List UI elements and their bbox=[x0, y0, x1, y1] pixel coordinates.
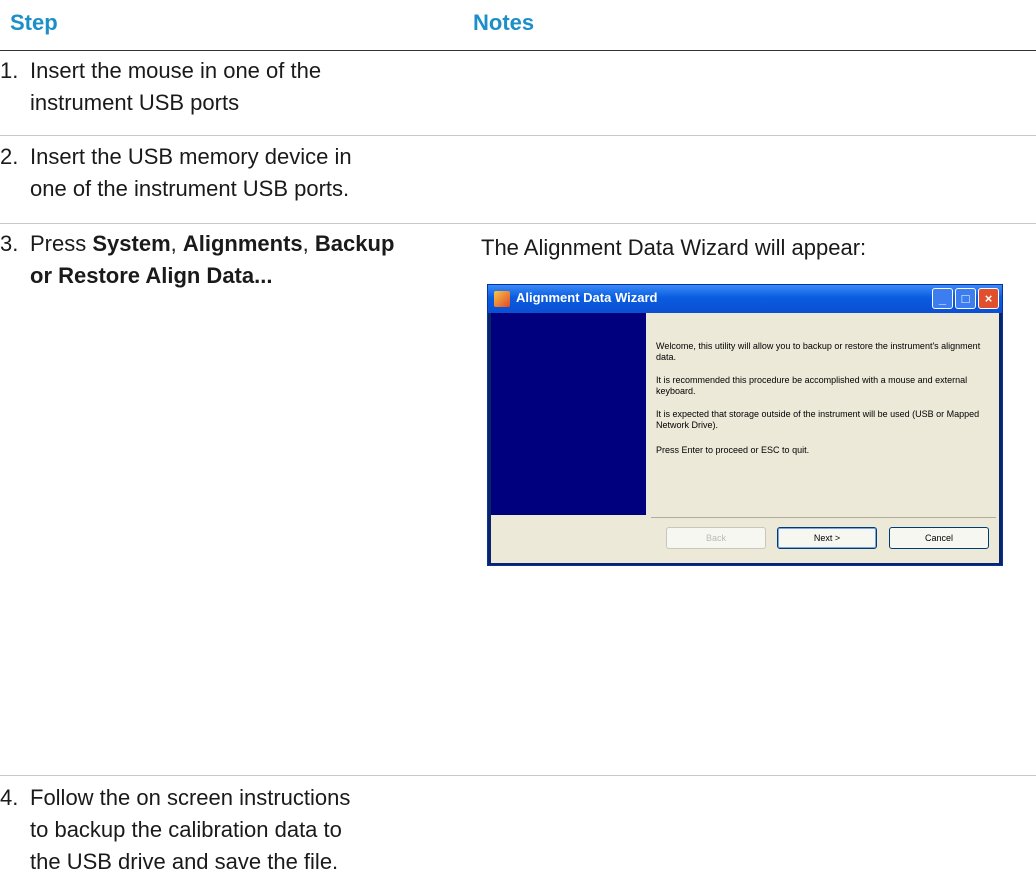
step-number: 4. bbox=[0, 785, 19, 810]
close-icon[interactable]: × bbox=[978, 288, 999, 309]
row-divider bbox=[0, 775, 1036, 776]
softkey-alignments: Alignments bbox=[182, 231, 303, 256]
row-divider bbox=[0, 223, 1036, 224]
step-text-line: instrument USB ports bbox=[30, 90, 240, 115]
step-text-line: Follow the on screen instructions bbox=[30, 785, 351, 810]
step-3-note: The Alignment Data Wizard will appear: bbox=[481, 235, 867, 260]
wizard-message: It is expected that storage outside of t… bbox=[656, 409, 980, 430]
app-icon bbox=[494, 291, 510, 307]
table-header: Step Notes bbox=[0, 0, 1036, 51]
wizard-message: It is recommended this procedure be acco… bbox=[656, 375, 968, 396]
row-divider bbox=[0, 135, 1036, 136]
softkey-restore: or Restore Align Data... bbox=[30, 263, 273, 288]
separator: , bbox=[170, 231, 183, 256]
wizard-side-panel bbox=[491, 313, 646, 515]
minimize-icon[interactable]: _ bbox=[932, 288, 953, 309]
step-text-line: one of the instrument USB ports. bbox=[30, 176, 350, 201]
wizard-message: Press Enter to proceed or ESC to quit. bbox=[656, 445, 810, 455]
next-button[interactable]: Next > bbox=[777, 527, 877, 549]
softkey-backup: Backup bbox=[314, 231, 395, 256]
step-number: 3. bbox=[0, 231, 19, 256]
back-button[interactable]: Back bbox=[666, 527, 766, 549]
step-text: Press bbox=[30, 231, 93, 256]
softkey-system: System bbox=[92, 231, 171, 256]
notes-column-header: Notes bbox=[473, 10, 535, 35]
step-number: 1. bbox=[0, 58, 19, 83]
window-titlebar[interactable]: Alignment Data Wizard _ □ × bbox=[488, 285, 1002, 313]
separator: , bbox=[302, 231, 315, 256]
wizard-divider bbox=[651, 517, 996, 518]
step-number: 2. bbox=[0, 144, 19, 169]
cancel-button[interactable]: Cancel bbox=[889, 527, 989, 549]
step-text-line: to backup the calibration data to bbox=[30, 817, 342, 842]
window-title: Alignment Data Wizard bbox=[516, 290, 658, 305]
step-column-header: Step bbox=[10, 10, 58, 35]
wizard-body: Welcome, this utility will allow you to … bbox=[491, 313, 999, 563]
step-text-line: Insert the USB memory device in bbox=[30, 144, 352, 169]
step-text-line: Insert the mouse in one of the bbox=[30, 58, 322, 83]
alignment-wizard-window: Alignment Data Wizard _ □ × Welcome, thi… bbox=[487, 284, 1003, 566]
step-text-line: the USB drive and save the file. bbox=[30, 849, 339, 874]
wizard-message: Welcome, this utility will allow you to … bbox=[656, 341, 981, 362]
maximize-icon[interactable]: □ bbox=[955, 288, 976, 309]
